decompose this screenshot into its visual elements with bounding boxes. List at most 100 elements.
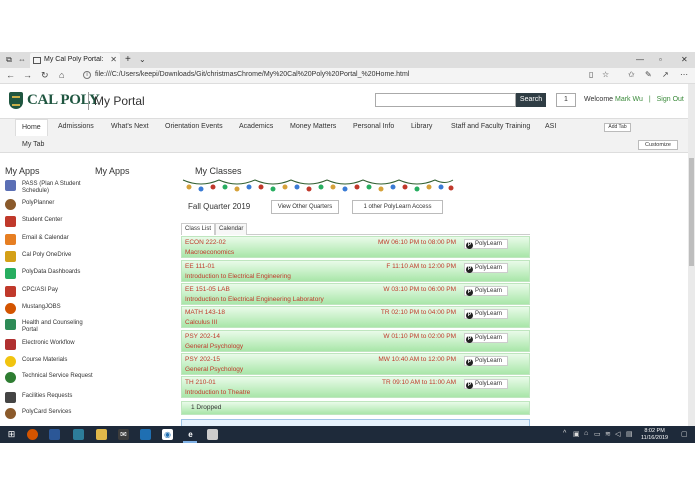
polylearn-button[interactable]: P PolyLearn	[464, 286, 508, 296]
tray-chevron-icon[interactable]: ^	[563, 430, 566, 437]
notification-count[interactable]: 1	[556, 93, 576, 107]
scrollbar-thumb[interactable]	[689, 158, 694, 266]
system-clock[interactable]: 8:02 PM 11/16/2019	[641, 428, 668, 442]
chevron-down-icon[interactable]: ⌄	[139, 55, 146, 64]
tab-whats-next[interactable]: What's Next	[111, 123, 149, 130]
refresh-icon[interactable]: ↻	[41, 70, 49, 81]
info-icon[interactable]: i	[83, 71, 91, 79]
notes-icon[interactable]: ✎	[645, 70, 652, 79]
search-input[interactable]	[375, 93, 516, 107]
minimize-icon[interactable]: —	[636, 55, 644, 64]
tab-home[interactable]: Home	[15, 119, 48, 136]
class-row[interactable]: ECON 222-02 Macroeconomics MW 06:10 PM t…	[181, 236, 530, 258]
tab-admissions[interactable]: Admissions	[58, 123, 94, 130]
tab-library[interactable]: Library	[411, 123, 432, 130]
url-field[interactable]: i file:///C:/Users/keepi/Downloads/Git/c…	[80, 70, 610, 82]
class-code[interactable]: EE 111-01	[185, 263, 215, 270]
back-icon[interactable]: ←	[6, 70, 15, 80]
mail-icon[interactable]: ✉	[118, 429, 129, 440]
page-title: My Portal	[94, 94, 145, 108]
customize-button[interactable]: Customize	[638, 140, 678, 150]
tab-orientation-events[interactable]: Orientation Events	[165, 123, 223, 130]
class-row[interactable]: EE 151-05 LAB Introduction to Electrical…	[181, 283, 530, 305]
class-row[interactable]: TH 210-01 Introduction to Theatre TR 09:…	[181, 376, 530, 398]
polylearn-button[interactable]: P PolyLearn	[464, 356, 508, 366]
view-other-quarters-button[interactable]: View Other Quarters	[271, 200, 339, 214]
lightbulb-icon	[5, 356, 16, 367]
close-window-icon[interactable]: ✕	[681, 55, 688, 64]
windows-start-icon[interactable]: ⊞	[6, 429, 17, 440]
forward-icon[interactable]: →	[23, 70, 32, 80]
tab-staff-faculty-training[interactable]: Staff and Faculty Training	[451, 123, 530, 130]
polylearn-button[interactable]: P PolyLearn	[464, 263, 508, 273]
close-tab-icon[interactable]: ✕	[110, 55, 117, 64]
page-scrollbar[interactable]	[688, 84, 695, 426]
app-icon-2[interactable]	[207, 429, 218, 440]
search-button[interactable]: Search	[516, 93, 546, 107]
vscode-icon[interactable]	[140, 429, 151, 440]
class-row[interactable]: MATH 143-18 Calculus III TR 02:10 PM to …	[181, 306, 530, 328]
tab-asi[interactable]: ASI	[545, 123, 556, 130]
class-code[interactable]: PSY 202-15	[185, 356, 220, 363]
tab-academics[interactable]: Academics	[239, 123, 273, 130]
file-explorer-icon[interactable]	[96, 429, 107, 440]
class-time: TR 09:10 AM to 11:00 AM	[382, 379, 456, 386]
tray-volume-icon[interactable]: ◁	[615, 430, 620, 438]
class-code[interactable]: EE 151-05 LAB	[185, 286, 230, 293]
class-row[interactable]: EE 111-01 Introduction to Electrical Eng…	[181, 260, 530, 282]
notifications-icon[interactable]: ▢	[681, 430, 688, 438]
chrome-icon[interactable]	[27, 429, 38, 440]
dropped-classes-row[interactable]: 1 Dropped	[181, 401, 530, 415]
tray-battery-icon[interactable]: ▭	[594, 430, 601, 438]
app-icon[interactable]	[49, 429, 60, 440]
class-code[interactable]: PSY 202-14	[185, 333, 220, 340]
page-favicon-icon	[33, 57, 41, 64]
add-tab-button[interactable]: Add Tab	[604, 123, 631, 132]
tray-app-icon[interactable]: ▣	[573, 430, 580, 438]
arduino-icon[interactable]	[73, 429, 84, 440]
tab-personal-info[interactable]: Personal Info	[353, 123, 394, 130]
tray-wifi-icon[interactable]: ≋	[605, 430, 611, 438]
class-title: General Psychology	[185, 366, 244, 373]
polylearn-button[interactable]: P PolyLearn	[464, 379, 508, 389]
tab-actions-icon[interactable]: ⧉	[4, 55, 14, 65]
class-subtabs: Class List Calendar	[181, 223, 530, 235]
class-code[interactable]: MATH 143-18	[185, 309, 225, 316]
polylearn-button[interactable]: P PolyLearn	[464, 309, 508, 319]
polylearn-button[interactable]: P PolyLearn	[464, 239, 508, 249]
polylearn-button[interactable]: P PolyLearn	[464, 333, 508, 343]
tray-network-icon[interactable]: ⌂	[584, 430, 588, 437]
my-apps-title-secondary: My Apps	[95, 166, 130, 176]
class-code[interactable]: ECON 222-02	[185, 239, 226, 246]
tab-my-tab[interactable]: My Tab	[22, 141, 44, 148]
portal-nav: Home Admissions What's Next Orientation …	[0, 118, 688, 153]
info-panel-partial	[181, 419, 530, 426]
user-name-link[interactable]: Mark Wu	[615, 96, 643, 103]
tab-class-list[interactable]: Class List	[181, 223, 216, 235]
reading-view-icon[interactable]: ▯	[589, 70, 593, 79]
class-code[interactable]: TH 210-01	[185, 379, 216, 386]
tray-language-icon[interactable]: ▤	[626, 430, 633, 438]
edge-icon[interactable]: e	[185, 429, 196, 440]
maximize-icon[interactable]: ▫	[659, 55, 662, 64]
class-row[interactable]: PSY 202-14 General Psychology W 01:10 PM…	[181, 330, 530, 352]
clock-date: 11/16/2019	[641, 435, 669, 441]
sign-out-link[interactable]: Sign Out	[657, 96, 684, 103]
class-title: Introduction to Electrical Engineering L…	[185, 296, 324, 303]
tab-restore-icon[interactable]: ⇔	[17, 55, 27, 65]
favorite-star-icon[interactable]: ☆	[602, 70, 609, 79]
my-classes-title: My Classes	[195, 166, 242, 176]
share-icon[interactable]: ↗	[662, 70, 669, 79]
home-icon[interactable]: ⌂	[59, 70, 64, 80]
tab-calendar[interactable]: Calendar	[215, 223, 248, 235]
gift-icon	[5, 234, 16, 245]
class-row[interactable]: PSY 202-15 General Psychology MW 10:40 A…	[181, 353, 530, 375]
photos-icon[interactable]: ◉	[162, 429, 173, 440]
tab-money-matters[interactable]: Money Matters	[290, 123, 336, 130]
new-tab-icon[interactable]: +	[125, 54, 131, 65]
browser-tab-title: My Cal Poly Portal: H	[44, 56, 106, 63]
more-icon[interactable]: ⋯	[680, 70, 688, 79]
browser-tab[interactable]: My Cal Poly Portal: H ✕	[30, 53, 120, 68]
polylearn-access-button[interactable]: 1 other PolyLearn Access	[352, 200, 443, 214]
favorites-icon[interactable]: ✩	[628, 70, 635, 79]
